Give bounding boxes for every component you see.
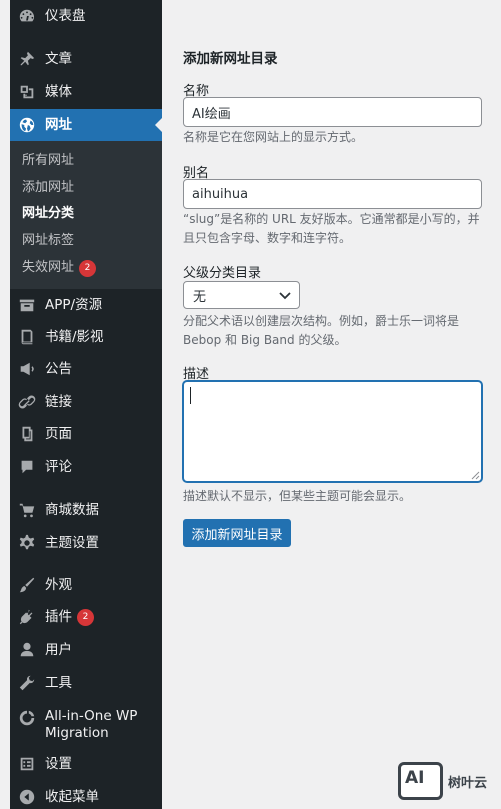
menu-item-users[interactable]: 用户: [10, 634, 162, 666]
parent-category-select[interactable]: 无: [183, 281, 300, 309]
submenu-label: 添加网址: [22, 180, 75, 195]
slug-input[interactable]: [183, 179, 482, 209]
menu-label: 媒体: [45, 84, 72, 100]
parent-category-label: 父级分类目录: [183, 266, 262, 281]
collapse-icon: [18, 788, 36, 806]
menu-item-shop-data[interactable]: 商城数据: [10, 494, 162, 526]
user-icon: [18, 641, 36, 659]
text-caret: [190, 387, 191, 404]
megaphone-icon: [18, 360, 36, 378]
plugin-icon: [18, 608, 36, 626]
menu-item-pages[interactable]: 页面: [10, 418, 162, 450]
menu-label: 评论: [45, 459, 72, 475]
watermark-logo-text: AI: [405, 768, 425, 788]
dashboard-icon: [18, 7, 36, 25]
menu-label: 公告: [45, 361, 72, 377]
menu-item-appearance[interactable]: 外观: [10, 569, 162, 601]
migration-icon: [18, 709, 36, 727]
submenu-item-all-sites[interactable]: 所有网址: [22, 152, 74, 170]
cart-icon: [18, 501, 36, 519]
menu-label: 文章: [45, 51, 72, 67]
menu-item-settings[interactable]: 设置: [10, 748, 162, 780]
count-badge: 2: [77, 608, 94, 626]
globe-icon: [18, 116, 36, 134]
link-icon: [18, 393, 36, 411]
collapse-menu-button[interactable]: 收起菜单: [10, 781, 162, 809]
admin-sidebar: 仪表盘 文章 媒体 网址 所有网址 添加网址 网址分类 网址标签 失效网址 2 A…: [10, 0, 163, 809]
menu-item-app-resources[interactable]: APP/资源: [10, 289, 162, 321]
menu-label: 书籍/影视: [45, 329, 104, 345]
menu-label: All-in-One WP Migration: [45, 708, 138, 741]
menu-label: 商城数据: [45, 502, 99, 518]
chevron-down-icon: [279, 292, 291, 300]
menu-label: 主题设置: [45, 535, 99, 551]
menu-label: 工具: [45, 675, 72, 691]
menu-label: 仪表盘: [45, 8, 86, 24]
submenu-label: 网址标签: [22, 233, 75, 248]
menu-label: 网址: [45, 117, 72, 133]
menu-label: 用户: [45, 642, 72, 658]
menu-label: 插件 2: [45, 608, 94, 626]
select-value: 无: [193, 289, 207, 305]
watermark: AI 树叶云: [398, 761, 487, 801]
watermark-text: 树叶云: [448, 775, 488, 791]
submenu-item-dead-sites[interactable]: 失效网址 2: [22, 259, 97, 277]
add-category-button[interactable]: 添加新网址目录: [183, 519, 291, 547]
menu-label-text: 插件: [45, 609, 72, 625]
menu-item-comments[interactable]: 评论: [10, 451, 162, 483]
menu-label: 外观: [45, 577, 72, 593]
menu-item-plugins[interactable]: 插件 2: [10, 601, 162, 633]
menu-label: 页面: [45, 426, 72, 442]
menu-item-media[interactable]: 媒体: [10, 76, 162, 108]
name-input[interactable]: [183, 97, 482, 127]
gear-icon: [18, 534, 36, 552]
submenu-sites: 所有网址 添加网址 网址分类 网址标签 失效网址 2: [10, 141, 162, 289]
page-icon: [18, 425, 36, 443]
menu-item-announcements[interactable]: 公告: [10, 353, 162, 385]
menu-item-theme-settings[interactable]: 主题设置: [10, 527, 162, 559]
add-category-form: 添加新网址目录 名称 名称是它在您网站上的显示方式。 别名 “slug”是名称的…: [162, 0, 501, 809]
book-icon: [18, 328, 36, 346]
menu-label: 设置: [45, 756, 72, 772]
description-textarea[interactable]: [183, 381, 482, 482]
form-heading: 添加新网址目录: [183, 51, 278, 67]
description-label: 描述: [183, 367, 210, 382]
resize-handle-icon[interactable]: [470, 470, 480, 480]
submenu-label: 网址分类: [22, 206, 75, 221]
submenu-item-site-tags[interactable]: 网址标签: [22, 232, 74, 250]
submenu-item-add-site[interactable]: 添加网址: [22, 179, 74, 197]
left-edge: [0, 0, 10, 809]
menu-item-all-in-one-wp-migration[interactable]: All-in-One WP Migration: [10, 702, 162, 744]
wrench-icon: [18, 674, 36, 692]
menu-item-tools[interactable]: 工具: [10, 667, 162, 699]
menu-label: 链接: [45, 394, 72, 410]
submenu-item-site-categories[interactable]: 网址分类: [22, 205, 74, 223]
watermark-logo: AI: [398, 762, 443, 800]
menu-label: 收起菜单: [45, 789, 99, 805]
menu-item-posts[interactable]: 文章: [10, 43, 162, 75]
archive-icon: [18, 296, 36, 314]
menu-item-links[interactable]: 链接: [10, 386, 162, 418]
menu-item-dashboard[interactable]: 仪表盘: [10, 0, 162, 32]
submenu-label: 失效网址: [22, 260, 75, 275]
brush-icon: [18, 576, 36, 594]
menu-label: APP/资源: [45, 297, 103, 313]
name-description: 名称是它在您网站上的显示方式。: [183, 130, 364, 144]
menu-item-sites[interactable]: 网址: [10, 109, 163, 141]
comment-icon: [18, 458, 36, 476]
media-icon: [18, 83, 36, 101]
slug-description: “slug”是名称的 URL 友好版本。它通常都是小写的，并且只包含字母、数字和…: [183, 212, 480, 245]
parent-category-description: 分配父术语以创建层次结构。例如，爵士乐一词将是 Bebop 和 Big Band…: [183, 314, 460, 347]
settings-icon: [18, 755, 36, 773]
description-help: 描述默认不显示，但某些主题可能会显示。: [183, 489, 412, 503]
menu-item-books-movies[interactable]: 书籍/影视: [10, 321, 162, 353]
count-badge: 2: [79, 259, 97, 277]
pin-icon: [18, 50, 36, 68]
submenu-label: 所有网址: [22, 153, 75, 168]
